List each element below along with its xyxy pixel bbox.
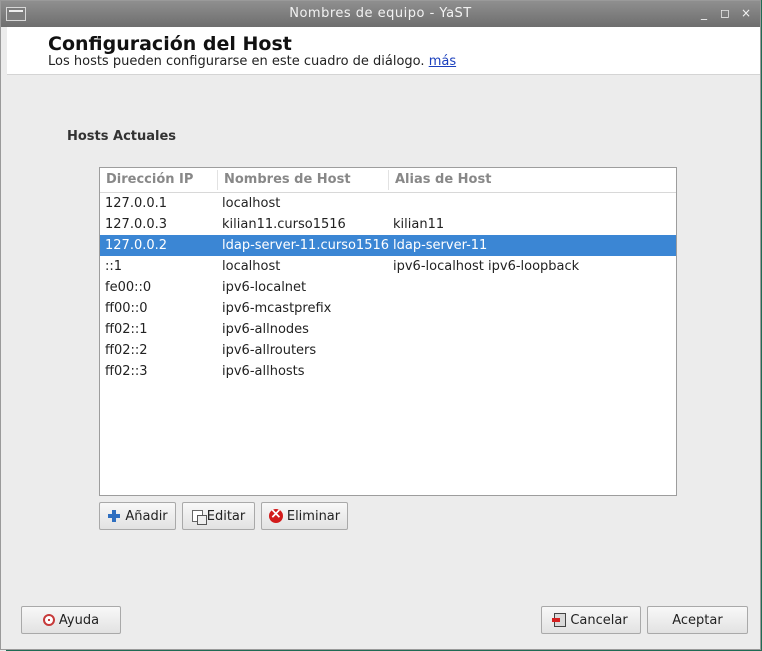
cell-hostname: ipv6-allnodes [222, 322, 309, 337]
table-row[interactable]: ::1 localhost ipv6-localhost ipv6-loopback [100, 256, 676, 277]
edit-icon [191, 510, 207, 525]
table-header: Dirección IP Nombres de Host Alias de Ho… [100, 168, 676, 193]
dialog-header: Configuración del Host Los hosts pueden … [7, 27, 760, 75]
cell-ip: ff02::3 [105, 364, 148, 379]
table-row[interactable]: ff02::2 ipv6-allrouters [100, 340, 676, 361]
page-subtitle: Los hosts pueden configurarse en este cu… [48, 54, 456, 69]
cell-alias: ipv6-localhost ipv6-loopback [393, 259, 580, 274]
add-button-label: Añadir [125, 508, 168, 524]
cell-hostname: localhost [222, 259, 281, 274]
delete-button[interactable]: Eliminar [261, 502, 348, 530]
cell-hostname: ldap-server-11.curso1516 [222, 238, 390, 253]
help-button-label: Ayuda [58, 612, 100, 628]
cell-hostname: ipv6-mcastprefix [222, 301, 332, 316]
cell-ip: 127.0.0.2 [105, 238, 168, 253]
cell-hostname: kilian11.curso1516 [222, 217, 346, 232]
maximize-icon[interactable]: ◻ [719, 6, 731, 20]
table-row[interactable]: 127.0.0.3 kilian11.curso1516 kilian11 [100, 214, 676, 235]
cell-alias: ldap-server-11 [393, 238, 488, 253]
title-bar[interactable]: Nombres de equipo - YaST _ ◻ × [1, 1, 760, 27]
cell-alias: kilian11 [393, 217, 445, 232]
column-header-ip[interactable]: Dirección IP [106, 172, 193, 187]
more-link[interactable]: más [429, 54, 456, 69]
column-header-hostname[interactable]: Nombres de Host [224, 172, 351, 187]
minimize-icon[interactable]: _ [698, 6, 710, 20]
delete-button-label: Eliminar [286, 508, 341, 524]
cell-hostname: ipv6-allrouters [222, 343, 317, 358]
cell-ip: ::1 [105, 259, 123, 274]
table-row[interactable]: fe00::0 ipv6-localnet [100, 277, 676, 298]
accept-button[interactable]: Aceptar [647, 606, 748, 634]
table-row[interactable]: ff00::0 ipv6-mcastprefix [100, 298, 676, 319]
hosts-table[interactable]: Dirección IP Nombres de Host Alias de Ho… [99, 167, 677, 496]
help-icon [42, 614, 55, 626]
cell-ip: 127.0.0.3 [105, 217, 168, 232]
cell-hostname: ipv6-allhosts [222, 364, 305, 379]
window-title: Nombres de equipo - YaST [289, 6, 472, 21]
column-divider [217, 170, 218, 190]
column-divider [388, 170, 389, 190]
edit-button[interactable]: Editar [182, 502, 255, 530]
column-header-alias[interactable]: Alias de Host [395, 172, 491, 187]
cancel-icon [552, 613, 567, 627]
help-button[interactable]: Ayuda [21, 606, 121, 634]
cell-hostname: ipv6-localnet [222, 280, 307, 295]
edit-button-label: Editar [206, 508, 246, 524]
cancel-button-label: Cancelar [570, 612, 628, 628]
delete-icon [268, 506, 283, 523]
cell-ip: ff02::1 [105, 322, 148, 337]
cell-ip: 127.0.0.1 [105, 196, 168, 211]
subtitle-text: Los hosts pueden configurarse en este cu… [48, 54, 425, 69]
accept-button-label: Aceptar [672, 612, 723, 628]
cell-ip: ff00::0 [105, 301, 148, 316]
add-button[interactable]: Añadir [99, 502, 176, 530]
page-title: Configuración del Host [48, 33, 292, 55]
table-row[interactable]: 127.0.0.1 localhost [100, 193, 676, 214]
cell-ip: ff02::2 [105, 343, 148, 358]
cell-hostname: localhost [222, 196, 281, 211]
table-body: 127.0.0.1 localhost 127.0.0.3 kilian11.curs… [100, 193, 676, 382]
yast-dialog-window: Nombres de equipo - YaST _ ◻ × Configura… [0, 0, 761, 650]
table-row[interactable]: 127.0.0.2 ldap-server-11.curso1516 ldap-se… [100, 235, 676, 256]
cancel-button[interactable]: Cancelar [541, 606, 641, 634]
table-row[interactable]: ff02::1 ipv6-allnodes [100, 319, 676, 340]
close-icon[interactable]: × [740, 6, 752, 20]
table-row[interactable]: ff02::3 ipv6-allhosts [100, 361, 676, 382]
section-label: Hosts Actuales [67, 129, 177, 144]
plus-icon [107, 509, 121, 523]
cell-ip: fe00::0 [105, 280, 152, 295]
